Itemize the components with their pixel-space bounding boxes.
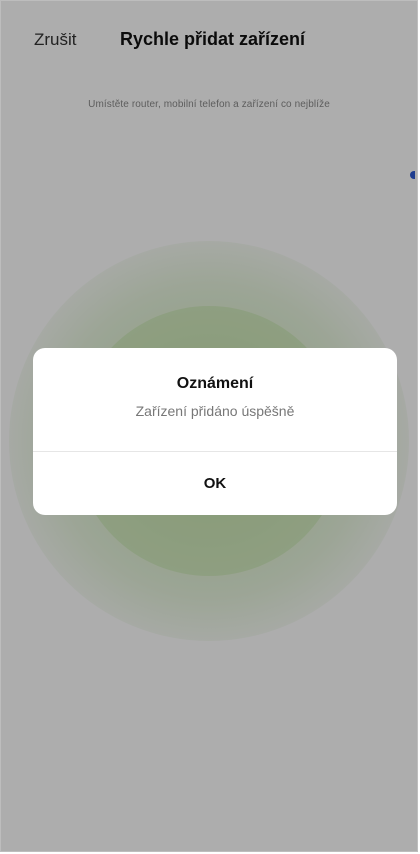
quick-add-device-screen: Zrušit Rychle přidat zařízení Umístěte r… — [1, 1, 417, 851]
ok-button[interactable]: OK — [33, 452, 397, 515]
phone-frame: Zrušit Rychle přidat zařízení Umístěte r… — [0, 0, 418, 852]
dialog-message: Zařízení přidáno úspěšně — [135, 403, 295, 419]
dialog-title: Oznámení — [176, 375, 254, 392]
notification-dialog: Oznámení Zařízení přidáno úspěšně OK — [33, 348, 397, 515]
